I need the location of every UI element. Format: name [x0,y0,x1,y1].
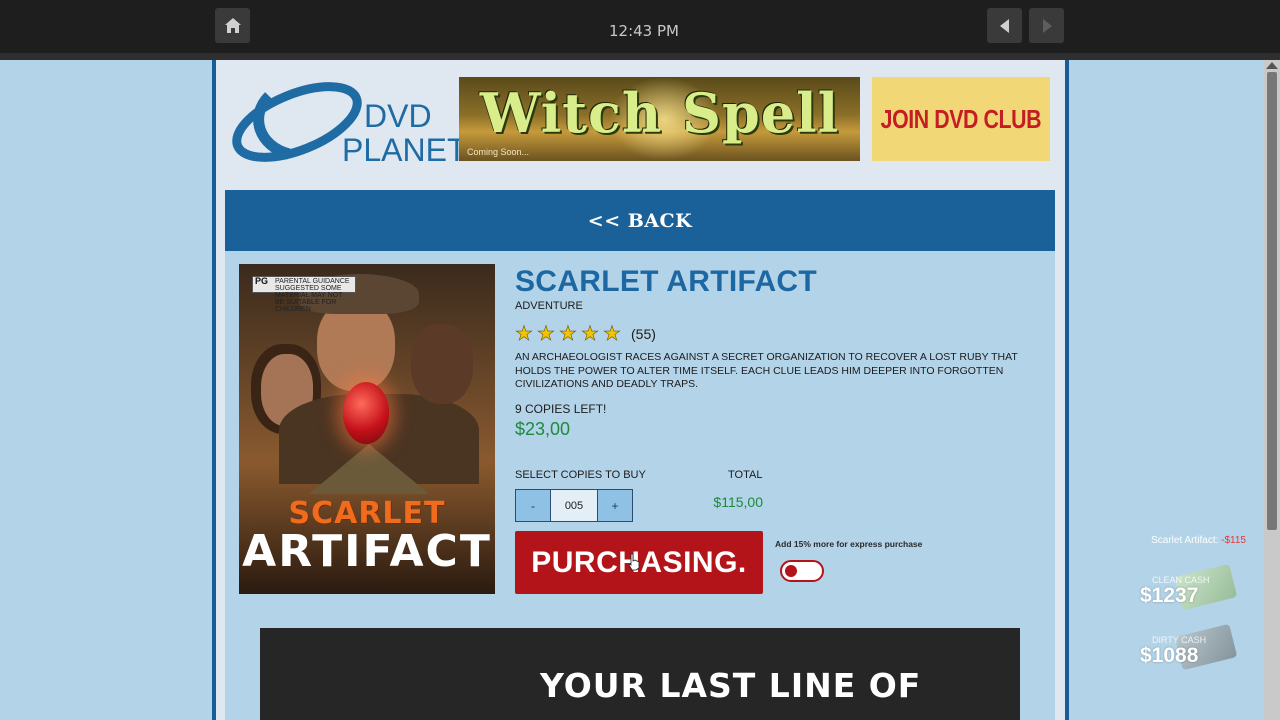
topbar-divider [0,53,1280,60]
hand-cursor-icon [628,553,640,571]
star-rating: ★ ★ ★ ★ ★ (55) [515,321,656,346]
logo-text-dvd: DVD [364,98,432,134]
home-icon [224,17,241,33]
rating-badge-code: PG [255,276,269,286]
dvd-planet-logo[interactable]: DVD PLANET [229,76,466,168]
quantity-stepper: - 005 + [515,489,633,522]
arrow-left-icon [999,18,1009,33]
clean-cash-value: $1237 [1140,584,1199,607]
decrement-button[interactable]: - [516,490,550,521]
total-label: TOTAL [728,469,763,481]
transaction-item: Scarlet Artifact: [1151,535,1219,546]
express-toggle[interactable] [780,560,824,582]
copies-left: 9 COPIES LEFT! [515,402,607,416]
witch-spell-banner[interactable]: Witch Spell Coming Soon... [459,77,860,161]
transaction-amount: -$115 [1221,535,1246,546]
scrollbar-thumb[interactable] [1267,72,1277,530]
home-button[interactable] [215,8,250,43]
star-icon: ★ [603,323,622,346]
poster-title-line2: ARTIFACT [242,526,492,577]
express-label: Add 15% more for express purchase [775,539,923,549]
unit-price: $23,00 [515,419,571,439]
join-club-label: JOIN DVD CLUB [880,103,1042,134]
banner-subtitle: Coming Soon... [467,147,530,157]
poster-pyramid [309,444,429,494]
promo-banner[interactable]: YOUR LAST LINE OF [260,628,1020,720]
product-panel: PG PARENTAL GUIDANCE SUGGESTED SOME MATE… [225,251,1055,720]
rating-count: (55) [631,325,656,342]
top-bar: 12:43 PM [0,0,1280,53]
banner-title: Witch Spell [479,81,840,145]
join-club-banner[interactable]: JOIN DVD CLUB [872,77,1050,161]
movie-poster: PG PARENTAL GUIDANCE SUGGESTED SOME MATE… [239,264,495,594]
arrow-right-icon [1042,18,1052,33]
increment-button[interactable]: + [598,490,632,521]
back-label: << BACK [587,209,693,232]
quantity-value[interactable]: 005 [550,490,598,521]
transaction-note: Scarlet Artifact: -$115 [1100,535,1246,546]
browser-back-button[interactable] [987,8,1022,43]
rating-badge: PG PARENTAL GUIDANCE SUGGESTED SOME MATE… [252,276,356,313]
product-description: AN ARCHAEOLOGIST RACES AGAINST A SECRET … [515,351,1018,390]
back-button[interactable]: << BACK [225,190,1055,251]
star-icon: ★ [559,323,578,346]
star-icon: ★ [537,323,556,346]
browser-forward-button[interactable] [1029,8,1064,43]
dirty-cash-display: DIRTY CASH $1088 [1138,623,1238,674]
ruby-gem [343,382,389,444]
clean-cash-display: CLEAN CASH $1237 [1138,563,1238,614]
dirty-cash-value: $1088 [1140,644,1199,667]
star-icon: ★ [581,323,600,346]
select-copies-label: SELECT COPIES TO BUY [515,469,646,481]
product-genre: ADVENTURE [515,300,583,312]
logo-text-planet: PLANET [342,132,467,168]
product-title: SCARLET ARTIFACT [515,265,818,298]
toggle-knob [785,565,797,577]
promo-text: YOUR LAST LINE OF [540,666,922,705]
clock: 12:43 PM [609,22,679,40]
poster-figure [411,324,473,404]
store-page: DVD PLANET Witch Spell Coming Soon... JO… [216,60,1065,720]
star-icon: ★ [515,323,534,346]
scroll-up-icon[interactable] [1266,62,1278,69]
total-value: $115,00 [713,494,763,510]
